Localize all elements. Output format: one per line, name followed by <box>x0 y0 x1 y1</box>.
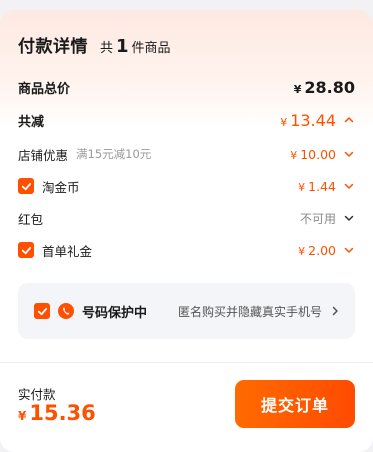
chevron-down-icon[interactable] <box>343 148 355 160</box>
discount-total-amount: ¥13.44 <box>280 110 336 130</box>
chevron-down-icon[interactable] <box>343 212 355 224</box>
store-discount-row[interactable]: 店铺优惠 满15元减10元 ¥10.00 <box>18 144 355 164</box>
taojin-label: 淘金币 <box>42 179 80 195</box>
number-protection-checkbox[interactable] <box>34 303 50 319</box>
chevron-up-icon[interactable] <box>343 114 355 126</box>
taojin-checkbox[interactable] <box>18 178 34 194</box>
subtotal-label: 商品总价 <box>18 81 71 97</box>
taojin-amount: ¥1.44 <box>298 178 336 194</box>
subtotal-amount: ¥28.80 <box>293 77 355 97</box>
chevron-right-icon[interactable] <box>329 305 341 317</box>
chevron-down-icon[interactable] <box>343 244 355 256</box>
actual-payment-amount: ¥15.36 <box>18 401 96 425</box>
item-count-prefix: 共 <box>100 41 114 56</box>
item-count-suffix: 件商品 <box>131 41 171 56</box>
store-discount-amount: ¥10.00 <box>290 146 336 162</box>
first-order-gift-amount: ¥2.00 <box>298 242 336 258</box>
store-discount-note: 满15元减10元 <box>76 147 152 161</box>
red-packet-label: 红包 <box>18 211 44 227</box>
page-title: 付款详情 <box>18 37 88 57</box>
first-order-gift-row[interactable]: 首单礼金 ¥2.00 <box>18 240 355 260</box>
discount-total-row[interactable]: 共减 ¥13.44 <box>18 109 355 131</box>
item-count: 共 1 件商品 <box>100 36 171 57</box>
number-protection-title: 号码保护中 <box>82 305 148 321</box>
discount-total-label: 共减 <box>18 114 45 130</box>
red-packet-status: 不可用 <box>299 211 336 226</box>
payment-header: 付款详情 共 1 件商品 <box>18 32 171 58</box>
item-count-value: 1 <box>116 36 129 57</box>
submit-order-button[interactable]: 提交订单 <box>235 380 355 428</box>
store-discount-label: 店铺优惠 <box>18 147 69 163</box>
first-order-gift-label: 首单礼金 <box>42 243 93 259</box>
subtotal-row: 商品总价 ¥28.80 <box>18 76 355 98</box>
phone-shield-icon <box>58 303 74 319</box>
taojin-row[interactable]: 淘金币 ¥1.44 <box>18 176 355 196</box>
red-packet-row[interactable]: 红包 不可用 <box>18 208 355 228</box>
payment-details-card: 付款详情 共 1 件商品 商品总价 ¥28.80 共减 ¥13.44 店铺优惠 … <box>0 10 373 452</box>
chevron-down-icon[interactable] <box>343 180 355 192</box>
number-protection-panel[interactable]: 号码保护中 匿名购买并隐藏真实手机号 <box>18 283 355 339</box>
number-protection-description: 匿名购买并隐藏真实手机号 <box>177 304 322 319</box>
first-order-gift-checkbox[interactable] <box>18 242 34 258</box>
footer-divider <box>0 362 373 363</box>
